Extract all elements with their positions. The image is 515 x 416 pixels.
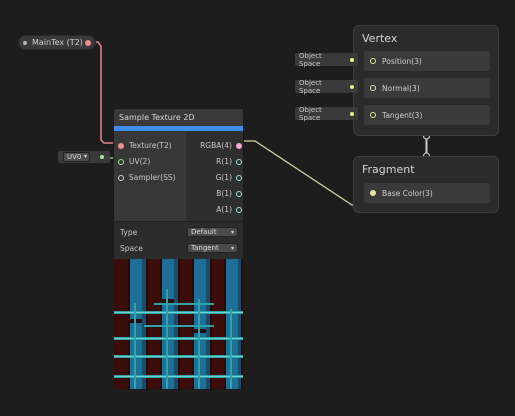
fragment-block-base-color[interactable]: Base Color(3) — [364, 183, 490, 203]
uv-output-dot-icon — [100, 155, 104, 159]
type-dropdown[interactable]: Default ▾ — [187, 227, 238, 237]
port-label: UV(2) — [129, 157, 151, 166]
port-label: A(1) — [216, 205, 232, 214]
port-label: R(1) — [216, 157, 232, 166]
uv-channel-value: UV0 — [67, 153, 82, 161]
output-port-r[interactable]: R(1) — [216, 157, 242, 166]
output-port-rgba[interactable]: RGBA(4) — [200, 141, 242, 150]
vertex-block-position[interactable]: Position(3) — [364, 51, 490, 71]
output-ports: RGBA(4) R(1) G(1) B(1) A(1) — [186, 131, 243, 221]
vertex-title: Vertex — [362, 32, 398, 45]
input-port-uv[interactable]: UV(2) — [118, 157, 150, 166]
property-label: MainTex (T2) — [32, 38, 83, 47]
vertex-block-normal[interactable]: Normal(3) — [364, 78, 490, 98]
tag-port-icon — [350, 111, 354, 116]
uv-channel-input[interactable]: UV0 ▾ — [58, 151, 110, 163]
space-value: Tangent — [191, 244, 219, 252]
type-label: Type — [120, 228, 138, 237]
object-space-tag-tangent[interactable]: Object Space — [295, 105, 358, 122]
vertex-block-tangent[interactable]: Tangent(3) — [364, 105, 490, 125]
wire-rgba — [241, 140, 370, 206]
g-port-icon[interactable] — [236, 174, 242, 181]
space-dropdown[interactable]: Tangent ▾ — [187, 243, 238, 253]
node-title: Sample Texture 2D — [114, 109, 243, 126]
tangent-port[interactable] — [370, 112, 376, 118]
fragment-stack[interactable]: Fragment Base Color(3) — [353, 156, 499, 213]
tag-label: Object Space — [299, 105, 322, 122]
block-label: Position(3) — [382, 56, 422, 66]
texture-preview — [114, 259, 243, 389]
port-label: G(1) — [215, 173, 232, 182]
vertex-stack[interactable]: Vertex Position(3) Normal(3) Tangent(3) — [353, 25, 499, 136]
texture-preview-image — [114, 259, 243, 389]
sample-texture-2d-node[interactable]: Sample Texture 2D Texture(T2) UV(2) Samp… — [113, 108, 244, 390]
property-dot-icon — [23, 40, 27, 45]
r-port-icon[interactable] — [236, 158, 242, 165]
tag-label: Object Space — [299, 51, 322, 68]
block-label: Tangent(3) — [382, 110, 423, 120]
block-label: Base Color(3) — [382, 188, 433, 198]
chevron-down-icon: ▾ — [230, 229, 234, 236]
rgba-port-icon[interactable] — [236, 142, 242, 149]
input-ports: Texture(T2) UV(2) Sampler(SS) — [114, 131, 186, 221]
a-port-icon[interactable] — [236, 206, 242, 213]
port-label: Texture(T2) — [129, 141, 172, 150]
tag-port-icon — [350, 84, 354, 89]
tag-label: Object Space — [299, 78, 322, 95]
b-port-icon[interactable] — [236, 190, 242, 197]
output-port-b[interactable]: B(1) — [216, 189, 242, 198]
input-port-sampler[interactable]: Sampler(SS) — [118, 173, 176, 182]
maintex-property-node[interactable]: MainTex (T2) — [18, 35, 96, 50]
fragment-title: Fragment — [362, 163, 415, 176]
output-port-a[interactable]: A(1) — [216, 205, 242, 214]
port-label: B(1) — [216, 189, 232, 198]
type-value: Default — [191, 228, 217, 236]
sampler-port-icon[interactable] — [118, 174, 124, 181]
position-port[interactable] — [370, 58, 376, 64]
chevron-down-icon: ▾ — [83, 153, 87, 160]
texture-port-icon[interactable] — [118, 142, 124, 149]
base-color-port[interactable] — [370, 190, 376, 196]
tag-port-icon — [350, 57, 354, 62]
node-settings: Type Default ▾ Space Tangent ▾ — [114, 222, 243, 259]
output-port-g[interactable]: G(1) — [216, 173, 242, 182]
normal-port[interactable] — [370, 85, 376, 91]
block-label: Normal(3) — [382, 83, 420, 93]
input-port-texture[interactable]: Texture(T2) — [118, 141, 172, 150]
port-label: Sampler(SS) — [129, 173, 176, 182]
property-output-port[interactable] — [85, 39, 91, 46]
object-space-tag-position[interactable]: Object Space — [295, 51, 358, 68]
space-label: Space — [120, 244, 143, 253]
chevron-down-icon: ▾ — [230, 245, 234, 252]
port-label: RGBA(4) — [200, 141, 232, 150]
uv-port-icon[interactable] — [118, 158, 124, 165]
object-space-tag-normal[interactable]: Object Space — [295, 78, 358, 95]
uv-channel-dropdown[interactable]: UV0 ▾ — [63, 152, 90, 162]
